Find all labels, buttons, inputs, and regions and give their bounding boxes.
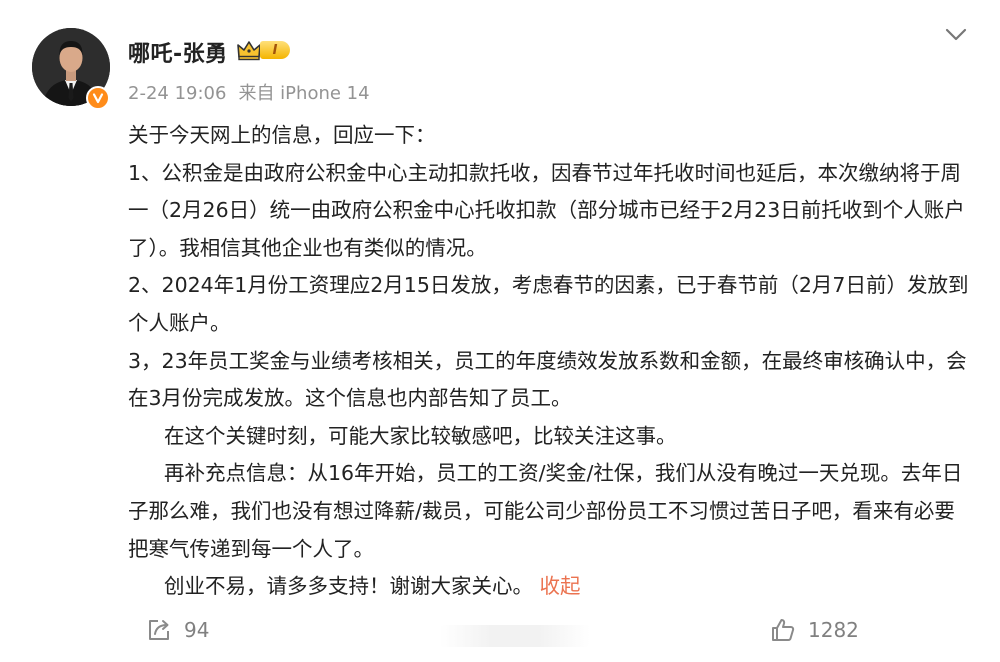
user-level-badge[interactable]: I [236, 38, 290, 62]
post-paragraph: 在这个关键时刻，可能大家比较敏感吧，比较关注这事。 [164, 423, 677, 448]
repost-button[interactable]: 94 [146, 617, 209, 643]
thumbs-up-icon [772, 619, 795, 641]
comment-area-placeholder [440, 625, 590, 647]
post-paragraph: 创业不易，请多多支持！谢谢大家关心。 [164, 574, 533, 599]
like-button[interactable]: 1282 [770, 617, 859, 643]
author-name[interactable]: 哪吒-张勇 [128, 36, 228, 68]
crown-icon [237, 41, 261, 61]
post-time[interactable]: 2-24 19:06 [128, 83, 226, 104]
post-source: 来自 iPhone 14 [238, 83, 370, 104]
post-body: 关于今天网上的信息，回应一下： 1、公积金是由政府公积金中心主动扣款托收，因春节… [128, 117, 974, 606]
post-actions: 94 1282 [0, 613, 1000, 653]
collapse-link[interactable]: 收起 [540, 574, 581, 598]
chevron-down-icon[interactable] [942, 24, 970, 46]
post-paragraph: 再补充点信息：从16年开始，员工的工资/奖金/社保，我们从没有晚过一天兑现。去年… [128, 461, 963, 561]
level-label: I [260, 41, 290, 59]
repost-icon [149, 620, 169, 640]
repost-count: 94 [184, 618, 210, 642]
post-last-paragraph: 创业不易，请多多支持！谢谢大家关心。 收起 [128, 568, 974, 606]
post-paragraph: 2、2024年1月份工资理应2月15日发放，考虑春节的因素，已于春节前（2月7日… [128, 273, 969, 335]
like-count: 1282 [808, 618, 859, 642]
post-paragraph: 关于今天网上的信息，回应一下： [128, 123, 436, 147]
post-paragraph: 3，23年员工奖金与业绩考核相关，员工的年度绩效发放系数和金额，在最终审核确认中… [128, 348, 967, 411]
post-meta: 2-24 19:06 来自 iPhone 14 [128, 79, 370, 105]
post-paragraph: 1、公积金是由政府公积金中心主动扣款托收，因春节过年托收时间也延后，本次缴纳将于… [128, 160, 965, 260]
verified-v-icon [86, 86, 110, 110]
